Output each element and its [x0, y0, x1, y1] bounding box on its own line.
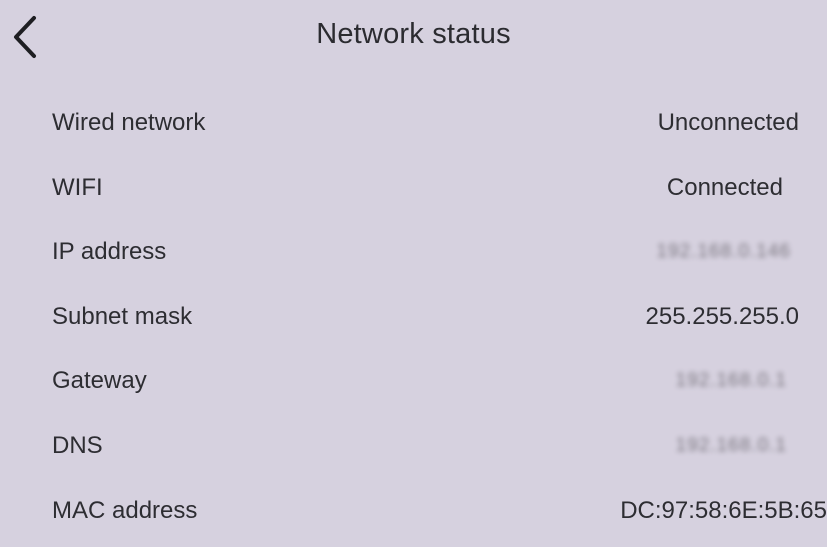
dns-label: DNS: [52, 431, 103, 459]
ip-address-value: 192.168.0.146: [656, 241, 791, 263]
row-dns: DNS 192.168.0.1: [0, 418, 827, 483]
gateway-value: 192.168.0.1: [675, 370, 787, 392]
row-gateway: Gateway 192.168.0.1: [0, 353, 827, 418]
row-mac-address: MAC address DC:97:58:6E:5B:65: [0, 483, 827, 547]
subnet-mask-value: 255.255.255.0: [645, 302, 799, 330]
dns-value: 192.168.0.1: [675, 434, 787, 456]
row-subnet-mask: Subnet mask 255.255.255.0: [0, 289, 827, 354]
page-title: Network status: [316, 18, 511, 50]
wifi-value: Connected: [666, 173, 783, 201]
wifi-label: WIFI: [52, 173, 103, 201]
wired-network-label: Wired network: [52, 109, 206, 136]
ip-address-label: IP address: [52, 238, 167, 266]
row-ip-address: IP address 192.168.0.146: [0, 224, 827, 289]
mac-address-value: DC:97:58:6E:5B:65: [620, 496, 827, 524]
mac-address-label: MAC address: [52, 496, 198, 524]
header-bar: Network status: [0, 0, 827, 76]
wired-network-value: Unconnected: [657, 109, 799, 136]
gateway-label: Gateway: [52, 367, 147, 395]
network-status-list: Wired network Unconnected WIFI Connected…: [0, 95, 827, 547]
row-wifi: WIFI Connected: [0, 160, 827, 225]
row-wired-network: Wired network Unconnected: [0, 95, 827, 160]
subnet-mask-label: Subnet mask: [52, 302, 193, 330]
